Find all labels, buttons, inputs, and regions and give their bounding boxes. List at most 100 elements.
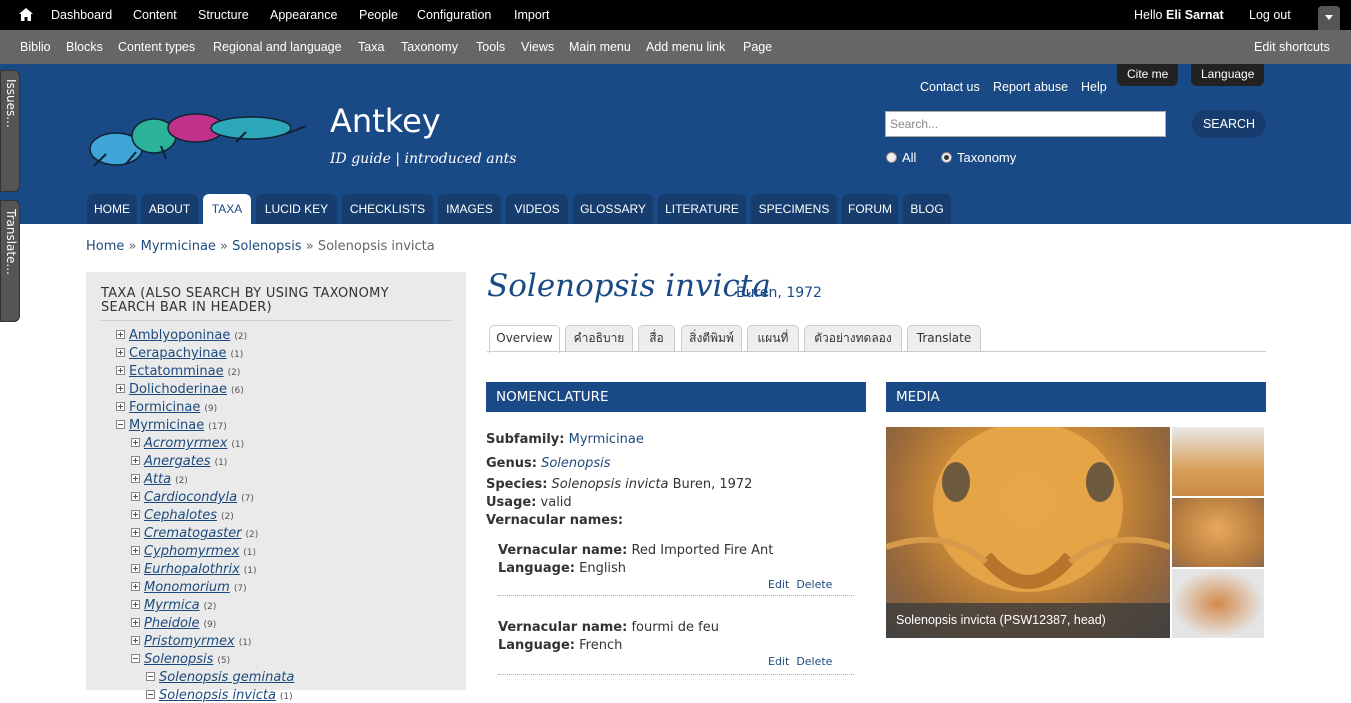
tree-link[interactable]: Eurhopalothrix [144, 562, 240, 577]
toolbar-configuration[interactable]: Configuration [417, 8, 491, 22]
nav-videos[interactable]: VIDEOS [506, 194, 568, 224]
contact-us-link[interactable]: Contact us [920, 80, 980, 94]
tree-link[interactable]: Monomorium [144, 580, 230, 595]
tree-link[interactable]: Cephalotes [144, 508, 217, 523]
shortcut-taxonomy[interactable]: Taxonomy [401, 40, 458, 54]
shortcut-add-menu-link[interactable]: Add menu link [646, 40, 725, 54]
expand-icon[interactable] [131, 456, 140, 465]
collapse-icon[interactable] [131, 654, 140, 663]
tree-link[interactable]: Pristomyrmex [144, 634, 235, 649]
delete-link[interactable]: Delete [796, 655, 832, 668]
home-icon[interactable] [19, 8, 33, 21]
expand-icon[interactable] [116, 330, 125, 339]
issues-handle[interactable]: Issues... [0, 70, 20, 192]
expand-icon[interactable] [131, 600, 140, 609]
expand-icon[interactable] [131, 438, 140, 447]
tree-link[interactable]: Pheidole [144, 616, 200, 631]
tree-link[interactable]: Amblyoponinae [129, 328, 230, 343]
expand-icon[interactable] [131, 564, 140, 573]
delete-link[interactable]: Delete [796, 578, 832, 591]
site-logo[interactable] [86, 104, 311, 174]
tree-link[interactable]: Atta [144, 472, 171, 487]
shortcut-tools[interactable]: Tools [476, 40, 505, 54]
media-thumbnail-3[interactable] [1172, 569, 1264, 638]
nav-taxa[interactable]: TAXA [203, 194, 251, 224]
expand-icon[interactable] [131, 618, 140, 627]
breadcrumb-solenopsis[interactable]: Solenopsis [232, 239, 301, 254]
radio-taxonomy-circle[interactable] [941, 152, 952, 163]
toolbar-dashboard[interactable]: Dashboard [51, 8, 112, 22]
radio-taxonomy[interactable]: Taxonomy [941, 150, 1016, 165]
tab-media[interactable]: สื่อ [638, 325, 675, 352]
expand-icon[interactable] [131, 528, 140, 537]
tree-link[interactable]: Ectatomminae [129, 364, 224, 379]
edit-shortcuts-link[interactable]: Edit shortcuts [1254, 40, 1330, 54]
expand-icon[interactable] [116, 402, 125, 411]
tree-link[interactable]: Acromyrmex [144, 436, 227, 451]
tab-description[interactable]: คำอธิบาย [565, 325, 633, 352]
toolbar-appearance[interactable]: Appearance [270, 8, 337, 22]
site-name[interactable]: Antkey [330, 102, 441, 140]
nav-images[interactable]: IMAGES [438, 194, 501, 224]
expand-icon[interactable] [131, 492, 140, 501]
expand-icon[interactable] [131, 510, 140, 519]
subfamily-link[interactable]: Myrmicinae [569, 432, 644, 447]
help-link[interactable]: Help [1081, 80, 1107, 94]
tab-specimens[interactable]: ตัวอย่างทดลอง [804, 325, 902, 352]
genus-link[interactable]: Solenopsis [541, 456, 610, 471]
tree-link[interactable]: Dolichoderinae [129, 382, 227, 397]
nav-checklists[interactable]: CHECKLISTS [342, 194, 433, 224]
search-input[interactable]: Search... [885, 111, 1166, 137]
tree-link[interactable]: Formicinae [129, 400, 200, 415]
tree-link[interactable]: Solenopsis [144, 652, 213, 667]
tree-link[interactable]: Myrmica [144, 598, 200, 613]
toolbar-content[interactable]: Content [133, 8, 177, 22]
shortcuts-toggle-button[interactable] [1318, 6, 1340, 30]
expand-icon[interactable] [131, 636, 140, 645]
toolbar-import[interactable]: Import [514, 8, 549, 22]
toolbar-structure[interactable]: Structure [198, 8, 249, 22]
expand-icon[interactable] [131, 582, 140, 591]
shortcut-main-menu[interactable]: Main menu [569, 40, 631, 54]
media-thumbnail-2[interactable] [1172, 498, 1264, 567]
breadcrumb-myrmicinae[interactable]: Myrmicinae [141, 239, 216, 254]
search-button[interactable]: SEARCH [1192, 110, 1266, 138]
radio-all[interactable]: All [886, 150, 916, 165]
tree-link[interactable]: Myrmicinae [129, 418, 204, 433]
shortcut-content-types[interactable]: Content types [118, 40, 195, 54]
nav-literature[interactable]: LITERATURE [658, 194, 746, 224]
nav-home[interactable]: HOME [87, 194, 137, 224]
shortcut-page[interactable]: Page [743, 40, 772, 54]
cite-me-button[interactable]: Cite me [1117, 64, 1179, 86]
expand-icon[interactable] [116, 348, 125, 357]
expand-icon[interactable] [131, 474, 140, 483]
edit-link[interactable]: Edit [768, 578, 789, 591]
nav-blog[interactable]: BLOG [903, 194, 951, 224]
expand-icon[interactable] [131, 546, 140, 555]
breadcrumb-home[interactable]: Home [86, 239, 124, 254]
media-thumbnail-1[interactable] [1172, 427, 1264, 496]
nav-glossary[interactable]: GLOSSARY [573, 194, 653, 224]
tree-link[interactable]: Solenopsis geminata [159, 670, 294, 685]
edit-link[interactable]: Edit [768, 655, 789, 668]
shortcut-views[interactable]: Views [521, 40, 554, 54]
toolbar-people[interactable]: People [359, 8, 398, 22]
expand-icon[interactable] [116, 366, 125, 375]
logout-link[interactable]: Log out [1249, 8, 1291, 22]
radio-all-circle[interactable] [886, 152, 897, 163]
shortcut-taxa[interactable]: Taxa [358, 40, 384, 54]
tree-link[interactable]: Cardiocondyla [144, 490, 237, 505]
tree-link[interactable]: Cerapachyinae [129, 346, 227, 361]
nav-specimens[interactable]: SPECIMENS [751, 194, 837, 224]
tab-literature[interactable]: สิ่งตีพิมพ์ [681, 325, 742, 352]
tree-link[interactable]: Crematogaster [144, 526, 242, 541]
report-abuse-link[interactable]: Report abuse [993, 80, 1068, 94]
nav-forum[interactable]: FORUM [842, 194, 898, 224]
shortcut-regional[interactable]: Regional and language [213, 40, 342, 54]
translate-handle[interactable]: Translate... [0, 200, 20, 322]
tab-maps[interactable]: แผนที่ [747, 325, 799, 352]
tab-overview[interactable]: Overview [489, 325, 560, 353]
tree-link[interactable]: Solenopsis invicta [159, 688, 276, 703]
nav-lucid-key[interactable]: LUCID KEY [256, 194, 337, 224]
tab-translate[interactable]: Translate [907, 325, 981, 352]
